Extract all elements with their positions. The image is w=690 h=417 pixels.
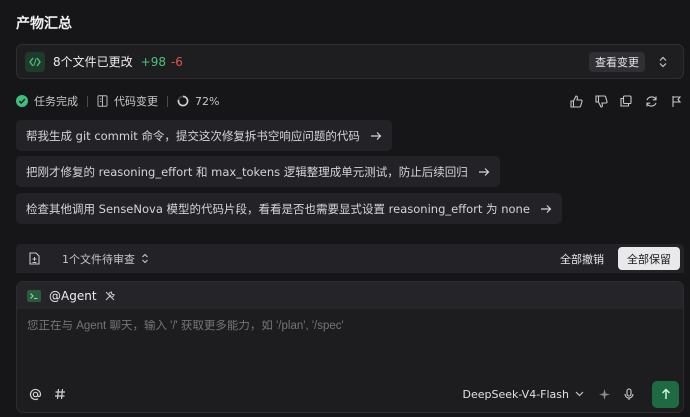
- chat-input[interactable]: [27, 320, 667, 332]
- keep-all-button[interactable]: 全部保留: [618, 247, 680, 270]
- chevron-up-down-icon[interactable]: [141, 253, 149, 264]
- document-icon: [97, 95, 108, 107]
- suggestion-text: 检查其他调用 SenseNova 模型的代码片段，看看是否也需要显式设置 rea…: [26, 201, 530, 216]
- code-icon: [25, 51, 45, 72]
- suggestion-text: 帮我生成 git commit 命令，提交这次修复拆书空响应问题的代码: [26, 128, 360, 143]
- model-selector[interactable]: DeepSeek-V4-Flash: [462, 388, 584, 401]
- chevron-down-icon: [575, 391, 584, 397]
- suggestion-item[interactable]: 帮我生成 git commit 命令，提交这次修复拆书空响应问题的代码: [16, 120, 392, 151]
- file-diff-icon: [26, 251, 42, 267]
- refresh-icon[interactable]: [643, 93, 659, 109]
- suggestion-item[interactable]: 检查其他调用 SenseNova 模型的代码片段，看看是否也需要显式设置 rea…: [16, 193, 562, 224]
- pending-review-bar: 1个文件待审查 全部撤销 全部保留: [16, 244, 684, 273]
- pending-files-label[interactable]: 1个文件待审查: [62, 251, 135, 267]
- context-progress: 72%: [177, 95, 219, 108]
- page-title: 产物汇总: [16, 16, 72, 32]
- arrow-right-icon: [370, 131, 382, 141]
- lines-added: +98: [140, 54, 166, 69]
- hash-icon[interactable]: [52, 386, 68, 402]
- rollback-icon[interactable]: [668, 93, 684, 109]
- divider: [167, 95, 168, 107]
- revert-all-button[interactable]: 全部撤销: [556, 251, 608, 267]
- agent-mention[interactable]: @Agent: [49, 289, 97, 303]
- code-changes-status[interactable]: 代码变更: [97, 93, 158, 109]
- status-row: 任务完成 代码变更 72%: [16, 92, 684, 110]
- tools-icon[interactable]: [104, 290, 116, 302]
- thumbs-up-icon[interactable]: [568, 93, 584, 109]
- lines-removed: -6: [170, 54, 183, 69]
- suggestion-text: 把刚才修复的 reasoning_effort 和 max_tokens 逻辑整…: [26, 164, 468, 179]
- suggestion-item[interactable]: 把刚才修复的 reasoning_effort 和 max_tokens 逻辑整…: [16, 156, 500, 187]
- composer-header: @Agent: [17, 282, 683, 309]
- composer-footer: DeepSeek-V4-Flash: [17, 376, 683, 412]
- view-changes-button[interactable]: 查看变更: [589, 51, 645, 72]
- code-changes-label: 代码变更: [114, 95, 158, 108]
- expand-collapse-icon[interactable]: [655, 54, 671, 70]
- changes-summary: 8个文件已更改: [53, 55, 133, 69]
- send-button[interactable]: [652, 380, 679, 408]
- arrow-up-icon: [661, 388, 670, 399]
- arrow-right-icon: [478, 167, 490, 177]
- chat-composer: @Agent DeepSeek-V4-Flash: [16, 281, 684, 413]
- copy-icon[interactable]: [618, 93, 634, 109]
- model-name: DeepSeek-V4-Flash: [462, 387, 569, 401]
- artifact-summary-panel: 产物汇总 8个文件已更改 +98 -6 查看变更 任务完成 代码变更 72% 帮…: [0, 0, 690, 417]
- divider: [87, 95, 88, 107]
- progress-value: 72%: [195, 94, 220, 108]
- at-mention-icon[interactable]: [27, 386, 43, 402]
- thumbs-down-icon[interactable]: [593, 93, 609, 109]
- task-status: 任务完成: [16, 93, 78, 109]
- task-status-label: 任务完成: [34, 95, 78, 108]
- changes-card[interactable]: 8个文件已更改 +98 -6 查看变更: [16, 44, 684, 79]
- sparkle-icon[interactable]: [596, 386, 612, 402]
- terminal-icon: [27, 289, 41, 302]
- message-actions: [559, 93, 684, 109]
- progress-ring-icon: [177, 95, 189, 107]
- check-circle-icon: [16, 95, 28, 107]
- microphone-icon[interactable]: [621, 386, 637, 402]
- arrow-right-icon: [540, 204, 552, 214]
